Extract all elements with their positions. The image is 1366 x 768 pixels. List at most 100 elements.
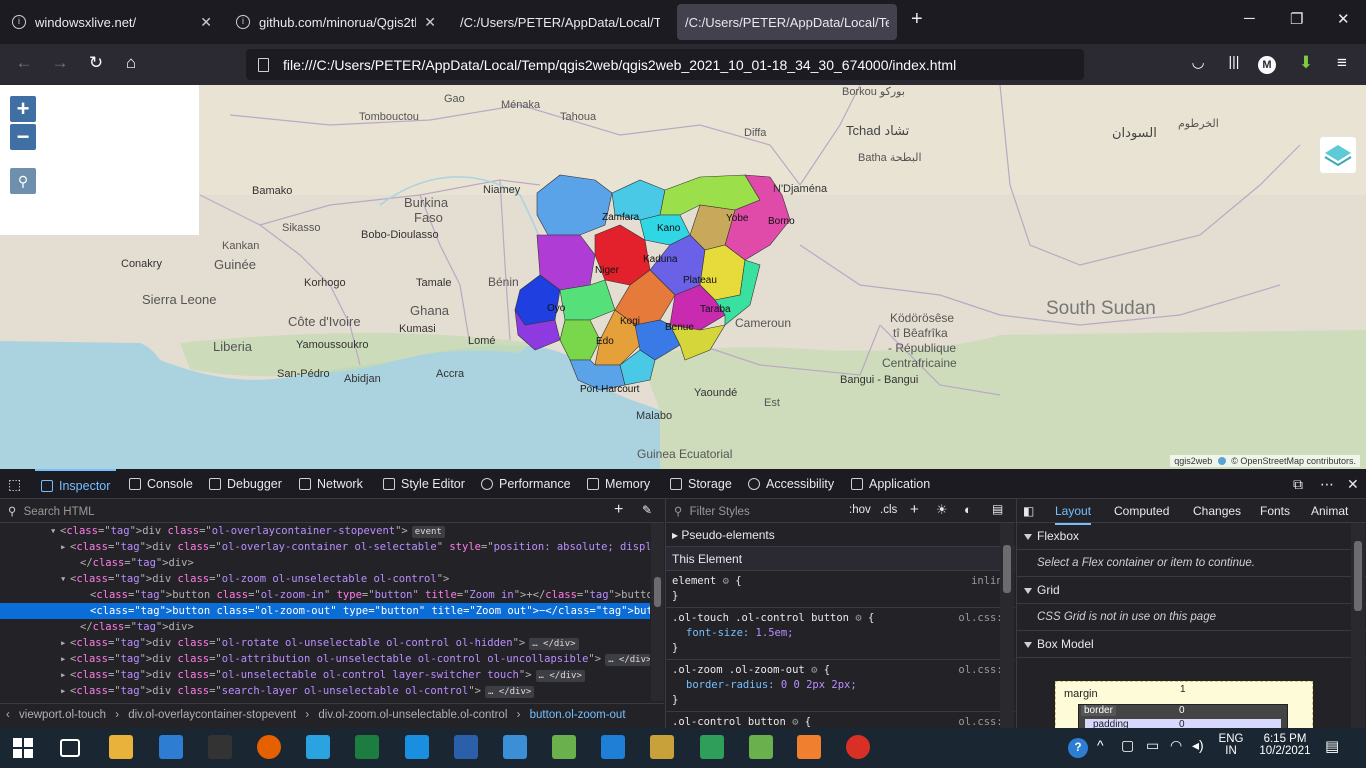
pocket-icon[interactable]: ◡ xyxy=(1186,53,1210,71)
meet-now-icon[interactable]: ▢ xyxy=(1121,737,1134,754)
html-node[interactable]: <class="tag">button class="ol-zoom-in" t… xyxy=(0,587,650,603)
layout-scrollbar[interactable] xyxy=(1351,523,1365,728)
tab-style-editor[interactable]: Style Editor xyxy=(383,469,465,499)
tab-debugger[interactable]: Debugger xyxy=(209,469,282,499)
battery-icon[interactable]: ▭ xyxy=(1146,737,1159,754)
box-model-margin-value[interactable]: 1 xyxy=(1180,684,1186,695)
sidebar-toggle-icon[interactable]: ◧ xyxy=(1023,499,1034,523)
filter-styles-input[interactable]: Filter Styles xyxy=(690,506,750,518)
minimize-button[interactable]: ─ xyxy=(1244,10,1255,27)
nigeria-state-polygon[interactable] xyxy=(536,174,613,236)
wifi-icon[interactable]: ◠ xyxy=(1170,737,1182,754)
add-node-icon[interactable]: + xyxy=(614,501,623,519)
html-node[interactable]: ▸ <class="tag">div class="search-layer ol… xyxy=(0,683,650,699)
html-node[interactable]: ▸ <class="tag">div class="ol-overlay-cont… xyxy=(0,539,650,555)
print-media-icon[interactable]: ▤ xyxy=(992,502,1003,516)
tab-accessibility[interactable]: Accessibility xyxy=(748,469,834,499)
html-node[interactable]: </class="tag">div> xyxy=(0,555,650,571)
firefox-icon[interactable] xyxy=(257,735,281,759)
language-indicator[interactable]: ENG IN xyxy=(1216,733,1246,757)
tab-network[interactable]: Network xyxy=(299,469,363,499)
rules-scrollbar[interactable] xyxy=(1000,523,1014,728)
add-rule-icon[interactable]: + xyxy=(910,501,919,518)
word-icon[interactable] xyxy=(454,735,478,759)
html-node[interactable]: </class="tag">div> xyxy=(0,619,650,635)
notifications-icon[interactable]: ▤ xyxy=(1325,737,1339,755)
css-rule[interactable]: element ⚙ {inline} xyxy=(666,571,1015,608)
download-icon[interactable]: ⬇ xyxy=(1294,53,1318,73)
volume-icon[interactable]: ◂) xyxy=(1192,737,1204,754)
tab-storage[interactable]: Storage xyxy=(670,469,732,499)
light-theme-icon[interactable]: ☀ xyxy=(936,502,948,518)
scrollbar-thumb[interactable] xyxy=(654,577,661,607)
search-html-input[interactable]: Search HTML xyxy=(24,506,95,518)
file-explorer-icon[interactable] xyxy=(109,735,133,759)
tab-changes[interactable]: Changes xyxy=(1193,499,1241,523)
dark-theme-icon[interactable]: ◐ xyxy=(964,502,972,517)
library-icon[interactable]: ||| xyxy=(1222,53,1246,69)
html-node[interactable]: ▸ <class="tag">div class="ol-unselectable… xyxy=(0,667,650,683)
css-rule[interactable]: .ol-zoom .ol-zoom-out ⚙ {ol.css:1 border-… xyxy=(666,660,1015,712)
breadcrumb-item-active[interactable]: button.ol-zoom-out xyxy=(530,709,626,721)
winrar-icon[interactable] xyxy=(650,735,674,759)
forward-button[interactable]: → xyxy=(48,53,72,73)
pseudo-elements-toggle[interactable]: ▸ Pseudo-elements xyxy=(666,523,1015,547)
chart-app-icon[interactable] xyxy=(700,735,724,759)
more-options-icon[interactable]: ⋯ xyxy=(1320,469,1334,499)
scrollbar-thumb[interactable] xyxy=(1354,541,1362,611)
help-icon[interactable]: ? xyxy=(1068,738,1088,758)
browser-tab[interactable]: i github.com/minorua/Qgis2thre ✕ xyxy=(228,4,444,40)
vscode-icon[interactable] xyxy=(601,735,625,759)
telegram-icon[interactable] xyxy=(306,735,330,759)
close-tab-icon[interactable]: ✕ xyxy=(424,14,436,31)
zoom-out-button[interactable]: − xyxy=(10,124,36,150)
maximize-button[interactable]: ❐ xyxy=(1290,10,1303,28)
html-node-selected[interactable]: <class="tag">button class="ol-zoom-out" … xyxy=(0,603,650,619)
html-tree[interactable]: ▾ <class="tag">div class="ol-overlayconta… xyxy=(0,523,650,701)
cls-toggle[interactable]: .cls xyxy=(880,504,897,516)
browser-tab-active[interactable]: /C:/Users/PETER/AppData/Local/Ter xyxy=(677,4,897,40)
clock[interactable]: 6:15 PM 10/2/2021 xyxy=(1254,733,1316,757)
address-bar[interactable]: file:///C:/Users/PETER/AppData/Local/Tem… xyxy=(246,49,1084,80)
tab-animations[interactable]: Animat xyxy=(1311,499,1348,523)
browser-tab[interactable]: /C:/Users/PETER/AppData/Local/Ter xyxy=(452,4,668,40)
tab-memory[interactable]: Memory xyxy=(587,469,650,499)
close-tab-icon[interactable]: ✕ xyxy=(200,14,212,31)
menu-icon[interactable]: ≡ xyxy=(1330,53,1354,73)
account-avatar[interactable]: M xyxy=(1258,56,1276,74)
tab-application[interactable]: Application xyxy=(851,469,930,499)
browser-tab[interactable]: i windowsxlive.net/ ✕ xyxy=(4,4,220,40)
css-rule[interactable]: .ol-touch .ol-control button ⚙ {ol.css:1… xyxy=(666,608,1015,660)
zoom-in-button[interactable]: + xyxy=(10,96,36,122)
eyedropper-icon[interactable]: ✎ xyxy=(642,503,652,517)
scrollbar-thumb[interactable] xyxy=(1003,545,1011,593)
tab-layout[interactable]: Layout xyxy=(1055,499,1092,525)
search-icon[interactable]: ⚲ xyxy=(10,168,36,194)
start-button[interactable] xyxy=(12,737,34,759)
qgis2web-link[interactable]: qgis2web xyxy=(1174,456,1212,466)
rule-list[interactable]: element ⚙ {inline} .ol-touch .ol-control … xyxy=(666,571,1015,749)
tab-console[interactable]: Console xyxy=(129,469,193,499)
flexbox-section[interactable]: Flexbox xyxy=(1017,523,1366,550)
osm-attribution[interactable]: © OpenStreetMap contributors. xyxy=(1231,456,1356,466)
html-node[interactable]: ▸ <class="tag">div class="ol-rotate ol-un… xyxy=(0,635,650,651)
excel-icon[interactable] xyxy=(355,735,379,759)
tab-inspector[interactable]: Inspector xyxy=(35,469,117,499)
reload-button[interactable]: ↻ xyxy=(84,53,108,73)
close-window-button[interactable]: ✕ xyxy=(1337,10,1350,28)
html-tree-scrollbar[interactable] xyxy=(651,523,664,701)
close-devtools-icon[interactable]: ✕ xyxy=(1347,469,1359,499)
chrome-icon[interactable] xyxy=(846,735,870,759)
obs-icon[interactable] xyxy=(208,735,232,759)
pdf-app-icon[interactable] xyxy=(797,735,821,759)
hov-toggle[interactable]: :hov xyxy=(849,504,871,516)
search-app-icon[interactable] xyxy=(503,735,527,759)
home-icon[interactable]: ⌂ xyxy=(119,53,143,73)
html-node[interactable]: ▾ <class="tag">div class="ol-overlayconta… xyxy=(0,523,650,539)
tab-computed[interactable]: Computed xyxy=(1114,499,1169,523)
box-model-border-value[interactable]: 0 xyxy=(1179,705,1185,716)
task-view-icon[interactable] xyxy=(60,739,80,757)
qgis-icon-2[interactable] xyxy=(749,735,773,759)
back-button[interactable]: ← xyxy=(12,53,36,73)
map-viewport[interactable]: Gao Ménaka Tombouctou Tahoua Diffa Tchad… xyxy=(0,85,1366,469)
